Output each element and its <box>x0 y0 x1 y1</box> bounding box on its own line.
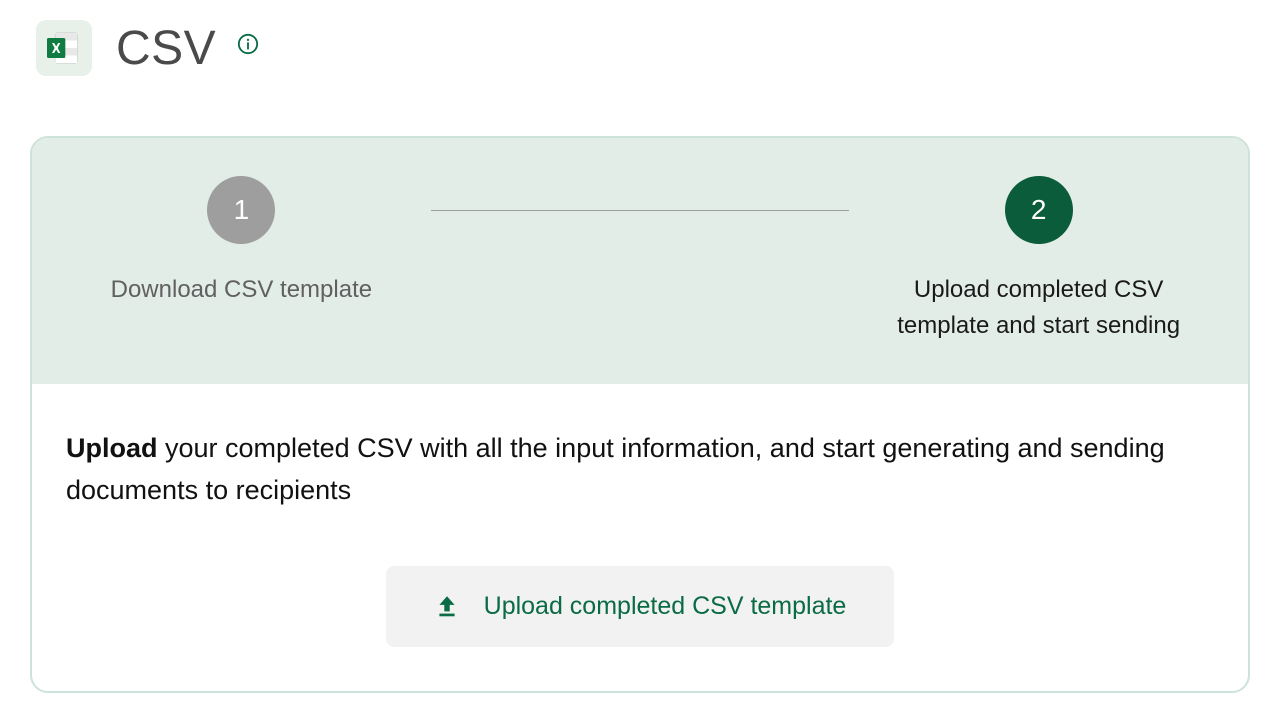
excel-icon <box>36 20 92 76</box>
step-1-circle: 1 <box>207 176 275 244</box>
instruction-text: Upload your completed CSV with all the i… <box>66 428 1214 512</box>
step-1-label: Download CSV template <box>111 272 372 308</box>
upload-button-label: Upload completed CSV template <box>484 592 847 621</box>
info-icon[interactable] <box>236 32 260 56</box>
step-1[interactable]: 1 Download CSV template <box>52 176 431 308</box>
instruction-bold: Upload <box>66 433 158 463</box>
stepper: 1 Download CSV template 2 Upload complet… <box>32 138 1248 384</box>
page-title: CSV <box>116 21 216 76</box>
page-header: CSV <box>30 20 1250 76</box>
upload-csv-button[interactable]: Upload completed CSV template <box>386 566 895 647</box>
content-area: Upload your completed CSV with all the i… <box>32 384 1248 691</box>
button-row: Upload completed CSV template <box>66 566 1214 647</box>
step-2[interactable]: 2 Upload completed CSV template and star… <box>849 176 1228 344</box>
instruction-rest: your completed CSV with all the input in… <box>66 433 1165 505</box>
wizard-card: 1 Download CSV template 2 Upload complet… <box>30 136 1250 693</box>
step-connector <box>431 210 850 211</box>
step-2-label: Upload completed CSV template and start … <box>869 272 1209 344</box>
upload-icon <box>434 593 460 619</box>
step-2-circle: 2 <box>1005 176 1073 244</box>
